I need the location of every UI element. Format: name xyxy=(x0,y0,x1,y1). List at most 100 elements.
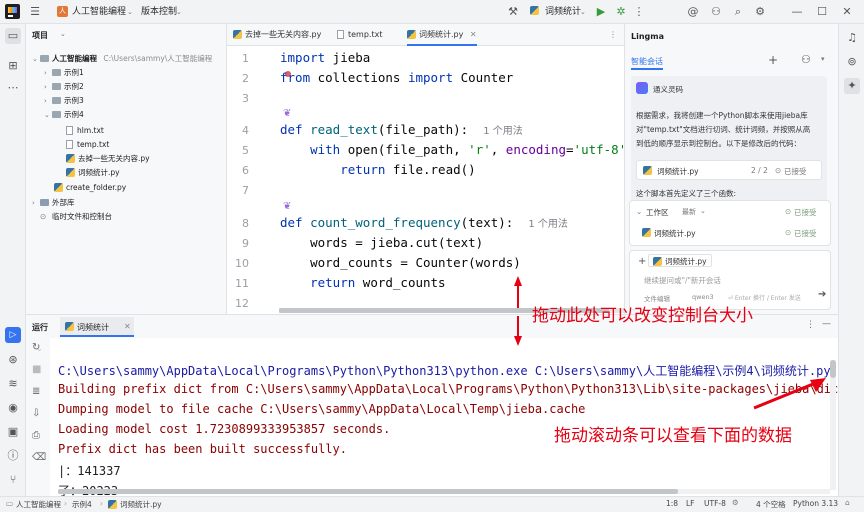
tree-item-file[interactable]: temp.txt xyxy=(66,138,109,152)
interpreter-selector[interactable]: Python 3.13 xyxy=(793,499,838,508)
ai-assistant-icon[interactable]: @ xyxy=(686,0,700,24)
code-line-1: import jieba xyxy=(280,50,371,65)
layers-icon[interactable]: ≋ xyxy=(5,376,21,392)
ai-suggestion-icon[interactable]: ❦ xyxy=(283,201,291,212)
line-separator[interactable]: LF xyxy=(686,499,695,508)
tree-item-scratches[interactable]: ⊙ 临时文件和控制台 xyxy=(40,210,112,224)
git-icon[interactable]: ⑂ xyxy=(5,472,21,488)
tree-item-folder[interactable]: › 示例2 xyxy=(44,80,84,94)
code-line-4: def read_text(file_path): 1 个用法 xyxy=(280,122,523,137)
run-config-tab[interactable]: 词频统计 ✕ xyxy=(60,317,134,337)
lingma-tool-icon[interactable]: ✦ xyxy=(844,78,860,94)
scrollbar-thumb[interactable] xyxy=(830,360,836,378)
problems-icon[interactable]: ⓘ xyxy=(5,448,21,464)
readonly-toggle-icon[interactable]: ⚙ xyxy=(732,498,739,507)
lock-icon[interactable]: ⌂ xyxy=(845,498,850,507)
console-horizontal-scrollbar[interactable] xyxy=(58,489,830,494)
structure-tool-icon[interactable]: ⊞ xyxy=(5,58,21,74)
resize-hint-annotation: 拖动此处可以改变控制台大小 xyxy=(532,306,753,326)
more-icon[interactable]: ⋮ xyxy=(632,0,646,24)
scrollbar-thumb[interactable] xyxy=(58,489,678,494)
tabs-menu-icon[interactable]: ⋮ xyxy=(609,24,617,46)
hide-panel-icon[interactable]: — xyxy=(822,319,831,329)
tree-item-label: 示例3 xyxy=(64,96,84,105)
folder-icon xyxy=(52,111,61,118)
more-options-icon[interactable]: ⋮ xyxy=(806,320,815,330)
database-icon[interactable]: ⊚ xyxy=(844,54,860,70)
hammer-icon[interactable]: ⚒ xyxy=(506,0,520,24)
chevron-down-icon: ⌄ xyxy=(700,207,706,215)
tree-item-folder[interactable]: ⌄ 示例4 xyxy=(44,108,84,122)
minimize-icon[interactable]: — xyxy=(790,0,804,24)
close-icon[interactable]: ✕ xyxy=(840,0,854,24)
console-output[interactable]: C:\Users\sammy\AppData\Local\Programs\Py… xyxy=(50,338,838,496)
vcs-widget[interactable]: 版本控制 xyxy=(141,0,177,24)
tree-item-file[interactable]: hlm.txt xyxy=(66,124,104,138)
more-tools-icon[interactable]: ⋯ xyxy=(5,80,21,96)
maximize-icon[interactable]: ☐ xyxy=(815,0,829,24)
send-icon[interactable]: ➔ xyxy=(818,289,826,300)
python-file-icon xyxy=(407,30,416,39)
user-icon[interactable]: ⚇ xyxy=(801,53,811,66)
workspace-latest[interactable]: 最新 xyxy=(682,207,696,217)
chevron-down-icon[interactable]: ⌄ xyxy=(636,207,642,216)
workspace-label: 工作区 xyxy=(646,208,669,217)
code-editor[interactable]: 1 2 3 4 5 6 7 8 9 10 11 12 ❦ ❦ import ji… xyxy=(227,46,634,314)
ai-suggestion-icon[interactable]: ❦ xyxy=(283,108,291,119)
close-tab-icon[interactable]: ✕ xyxy=(124,322,131,331)
breadcrumb-file[interactable]: 词频统计.py xyxy=(120,499,162,510)
settings-icon[interactable]: ⚙ xyxy=(753,0,767,24)
usage-hint[interactable]: 1 个用法 xyxy=(483,126,523,137)
tree-root[interactable]: ⌄ 人工智能编程 C:\Users\sammy\人工智能编程 xyxy=(32,52,212,66)
indent-setting[interactable]: 4 个空格 xyxy=(756,499,786,510)
main-menu-icon[interactable]: ☰ xyxy=(28,0,42,24)
new-chat-icon[interactable]: + xyxy=(768,53,778,67)
chat-input[interactable]: 继续提问或"/"新开会话 xyxy=(644,275,721,286)
chevron-down-icon[interactable]: ▾ xyxy=(821,55,825,63)
run-icon[interactable]: ▶ xyxy=(594,0,608,24)
tree-item-file[interactable]: 去掉一些无关内容.py xyxy=(66,152,150,166)
print-icon[interactable]: ⎙ xyxy=(32,430,40,441)
folder-icon xyxy=(52,97,61,104)
app-logo[interactable] xyxy=(5,4,20,19)
tree-item-file[interactable]: create_folder.py xyxy=(54,181,126,195)
project-tool-icon[interactable]: ▭ xyxy=(5,28,21,44)
stop-icon[interactable]: ■ xyxy=(32,364,41,375)
add-context-icon[interactable]: + xyxy=(638,256,646,267)
tab-smart-chat[interactable]: 智能会话 xyxy=(631,56,663,67)
notifications-icon[interactable]: ♫ xyxy=(844,30,860,46)
collapse-icon: › xyxy=(44,83,47,91)
run-config-selector[interactable]: 词频统计 xyxy=(545,0,581,24)
project-switcher[interactable]: 人工智能编程 xyxy=(72,0,126,24)
file-card-name: 词频统计.py xyxy=(657,167,699,176)
python-packages-icon[interactable]: ⊛ xyxy=(5,352,21,368)
context-file-chip[interactable]: 词频统计.py xyxy=(648,254,712,267)
soft-wrap-icon[interactable]: ≣ xyxy=(32,386,40,397)
tree-item-folder[interactable]: › 示例3 xyxy=(44,94,84,108)
console-vertical-scrollbar[interactable] xyxy=(830,360,836,490)
breadcrumb-project[interactable]: 人工智能编程 xyxy=(16,499,61,510)
tab-remove-irrelevant[interactable]: 去掉一些无关内容.py xyxy=(233,24,321,46)
usage-hint[interactable]: 1 个用法 xyxy=(528,219,568,230)
run-tool-icon[interactable]: ▷ xyxy=(5,327,21,343)
scroll-to-end-icon[interactable]: ⇩ xyxy=(32,408,40,419)
model-selector[interactable]: qwen3 xyxy=(692,293,714,301)
file-encoding[interactable]: UTF-8 xyxy=(704,499,726,508)
search-icon[interactable]: ⌕ xyxy=(731,0,745,24)
code-file-card[interactable]: 词频统计.py 2 / 2 ⊙ 已接受 xyxy=(636,160,822,180)
tree-item-file[interactable]: 词频统计.py xyxy=(66,166,120,180)
close-tab-icon[interactable]: ✕ xyxy=(470,30,477,39)
tree-item-folder[interactable]: › 示例1 xyxy=(44,66,84,80)
tab-temp-txt[interactable]: temp.txt xyxy=(337,24,382,46)
add-user-icon[interactable]: ⚇ xyxy=(709,0,723,24)
tab-word-frequency[interactable]: 词频统计.py ✕ xyxy=(407,24,477,46)
workspace-file-name[interactable]: 词频统计.py xyxy=(654,228,696,239)
tree-item-external-libs[interactable]: › 外部库 xyxy=(32,196,75,210)
terminal-icon[interactable]: ▣ xyxy=(5,424,21,440)
clear-icon[interactable]: ⌫ xyxy=(32,452,46,463)
debug-icon[interactable]: ✲ xyxy=(614,0,628,24)
breadcrumb-folder[interactable]: 示例4 xyxy=(72,499,92,510)
services-icon[interactable]: ◉ xyxy=(5,400,21,416)
text-file-icon xyxy=(66,140,73,149)
caret-position[interactable]: 1:8 xyxy=(666,499,678,508)
